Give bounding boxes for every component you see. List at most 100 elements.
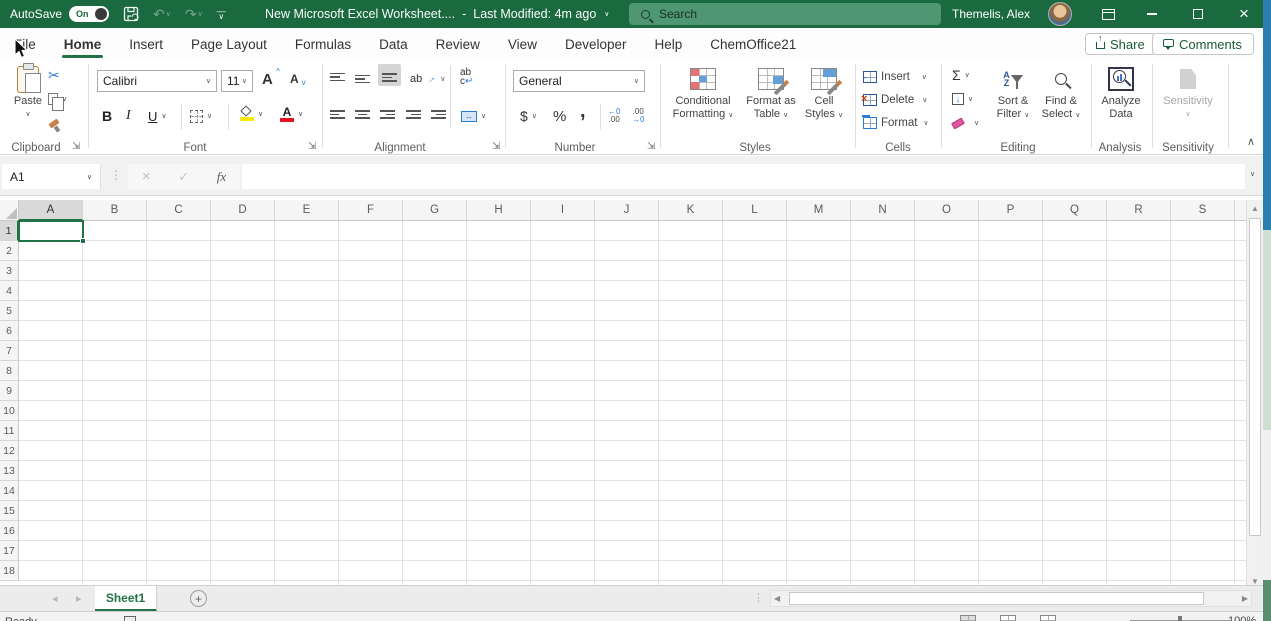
horizontal-scroll-thumb[interactable] (789, 592, 1204, 605)
sort-filter-button[interactable]: AZ Sort & Filter ∨ (990, 63, 1036, 141)
page-layout-view-button[interactable] (1000, 615, 1016, 621)
zoom-slider-knob[interactable] (1178, 616, 1182, 621)
close-button[interactable]: × (1222, 0, 1266, 28)
ribbon-tab-formulas[interactable]: Formulas (281, 28, 365, 60)
font-dialog-launcher[interactable]: ⇲ (308, 141, 316, 152)
scroll-right-icon[interactable]: ▶ (1242, 594, 1248, 603)
column-header-partial[interactable] (1235, 200, 1246, 221)
decrease-decimal-button[interactable]: .00 →0 (632, 105, 644, 127)
scroll-left-icon[interactable]: ◀ (774, 594, 780, 603)
column-header-k[interactable]: K (659, 200, 723, 221)
italic-button[interactable]: I (126, 105, 131, 127)
account-name[interactable]: Themelis, Alex (952, 0, 1030, 28)
zoom-percent-label[interactable]: 100% (1228, 615, 1256, 621)
page-break-view-button[interactable] (1040, 615, 1056, 621)
underline-button[interactable]: U ∨ (148, 105, 167, 127)
ribbon-tab-insert[interactable]: Insert (115, 28, 177, 60)
row-header-1[interactable]: 1 (0, 221, 19, 241)
bottom-align-button[interactable] (378, 64, 401, 86)
maximize-button[interactable] (1176, 0, 1220, 28)
align-left-button[interactable] (330, 105, 345, 127)
sheet-tab-sheet1[interactable]: Sheet1 (95, 586, 157, 612)
column-header-i[interactable]: I (531, 200, 595, 221)
next-sheet-icon[interactable]: ▸ (76, 592, 82, 605)
insert-cells-button[interactable]: Insert ∨ (862, 66, 927, 88)
insert-function-button[interactable]: fx (217, 169, 226, 185)
redo-button[interactable]: ↷ ∨ (185, 6, 203, 23)
column-header-e[interactable]: E (275, 200, 339, 221)
comma-style-button[interactable]: , (580, 100, 586, 122)
number-format-combobox[interactable]: General ∨ (513, 70, 645, 92)
column-header-c[interactable]: C (147, 200, 211, 221)
conditional-formatting-button[interactable]: Conditional Formatting ∨ (666, 63, 740, 141)
macro-record-icon[interactable] (124, 616, 136, 621)
cancel-entry-icon[interactable]: × (142, 168, 151, 185)
cell-styles-button[interactable]: Cell Styles ∨ (800, 63, 848, 141)
autosum-button[interactable]: Σ ∨ (952, 64, 970, 86)
ribbon-tab-review[interactable]: Review (422, 28, 494, 60)
row-header-7[interactable]: 7 (0, 341, 19, 361)
column-header-d[interactable]: D (211, 200, 275, 221)
format-cells-button[interactable]: Format ∨ (862, 112, 929, 134)
row-header-10[interactable]: 10 (0, 401, 19, 421)
vertical-scroll-thumb[interactable] (1249, 218, 1261, 536)
fill-handle[interactable] (80, 238, 86, 244)
name-box[interactable]: A1 ∨ (2, 164, 101, 189)
analyze-data-button[interactable]: Analyze Data (1096, 63, 1146, 141)
column-header-o[interactable]: O (915, 200, 979, 221)
document-title[interactable]: New Microsoft Excel Worksheet.... - Last… (265, 0, 609, 28)
column-header-p[interactable]: P (979, 200, 1043, 221)
customize-quick-access-button[interactable]: — ∨ (217, 7, 226, 21)
row-header-14[interactable]: 14 (0, 481, 19, 501)
increase-font-size-button[interactable]: A ^ (262, 67, 280, 90)
column-header-r[interactable]: R (1107, 200, 1171, 221)
column-header-a[interactable]: A (19, 200, 83, 221)
row-header-12[interactable]: 12 (0, 441, 19, 461)
ribbon-tab-view[interactable]: View (494, 28, 551, 60)
confirm-entry-icon[interactable]: ✓ (178, 169, 189, 185)
ribbon-tab-file[interactable]: File (0, 28, 50, 60)
row-header-4[interactable]: 4 (0, 281, 19, 301)
resize-dots-icon[interactable]: ⋮ (110, 168, 122, 182)
format-painter-button[interactable] (48, 114, 61, 136)
merge-center-button[interactable]: ↔ ∨ (461, 105, 486, 127)
select-all-corner[interactable] (0, 200, 19, 221)
decrease-font-size-button[interactable]: Av (290, 68, 306, 90)
column-header-h[interactable]: H (467, 200, 531, 221)
font-size-combobox[interactable]: 11 ∨ (221, 70, 253, 92)
bold-button[interactable]: B (102, 105, 112, 127)
expand-formula-bar-icon[interactable]: ∨ (1250, 170, 1255, 178)
format-as-table-button[interactable]: Format as Table ∨ (742, 63, 800, 141)
column-header-q[interactable]: Q (1043, 200, 1107, 221)
fill-button[interactable]: ↓ ∨ (952, 88, 973, 110)
save-icon[interactable] (123, 6, 139, 22)
align-right-button[interactable] (380, 105, 395, 127)
search-input[interactable]: Search (629, 3, 941, 25)
ribbon-tab-home[interactable]: Home (50, 28, 116, 60)
delete-cells-button[interactable]: Delete ∨ (861, 89, 927, 111)
column-header-f[interactable]: F (339, 200, 403, 221)
collapse-ribbon-button[interactable]: ∧ (1247, 135, 1255, 148)
row-header-5[interactable]: 5 (0, 301, 19, 321)
row-header-18[interactable]: 18 (0, 561, 19, 581)
fill-color-button[interactable]: ∨ (240, 103, 263, 125)
ribbon-tab-data[interactable]: Data (365, 28, 422, 60)
accounting-format-button[interactable]: $ ∨ (520, 105, 537, 127)
percent-style-button[interactable]: % (553, 105, 566, 127)
clipboard-dialog-launcher[interactable]: ⇲ (72, 141, 80, 152)
column-header-j[interactable]: J (595, 200, 659, 221)
row-header-11[interactable]: 11 (0, 421, 19, 441)
copy-button[interactable]: ∨ (48, 88, 67, 111)
row-header-2[interactable]: 2 (0, 241, 19, 261)
ribbon-tab-page-layout[interactable]: Page Layout (177, 28, 281, 60)
formula-input[interactable] (242, 164, 1245, 189)
decrease-indent-button[interactable] (406, 105, 421, 127)
row-header-3[interactable]: 3 (0, 261, 19, 281)
share-button[interactable]: Share (1085, 33, 1156, 55)
row-header-15[interactable]: 15 (0, 501, 19, 521)
autosave-toggle[interactable]: On (69, 6, 110, 22)
worksheet-grid[interactable] (19, 221, 1246, 585)
row-header-16[interactable]: 16 (0, 521, 19, 541)
ribbon-tab-help[interactable]: Help (641, 28, 697, 60)
horizontal-scrollbar[interactable]: ◀ ▶ (770, 590, 1252, 607)
